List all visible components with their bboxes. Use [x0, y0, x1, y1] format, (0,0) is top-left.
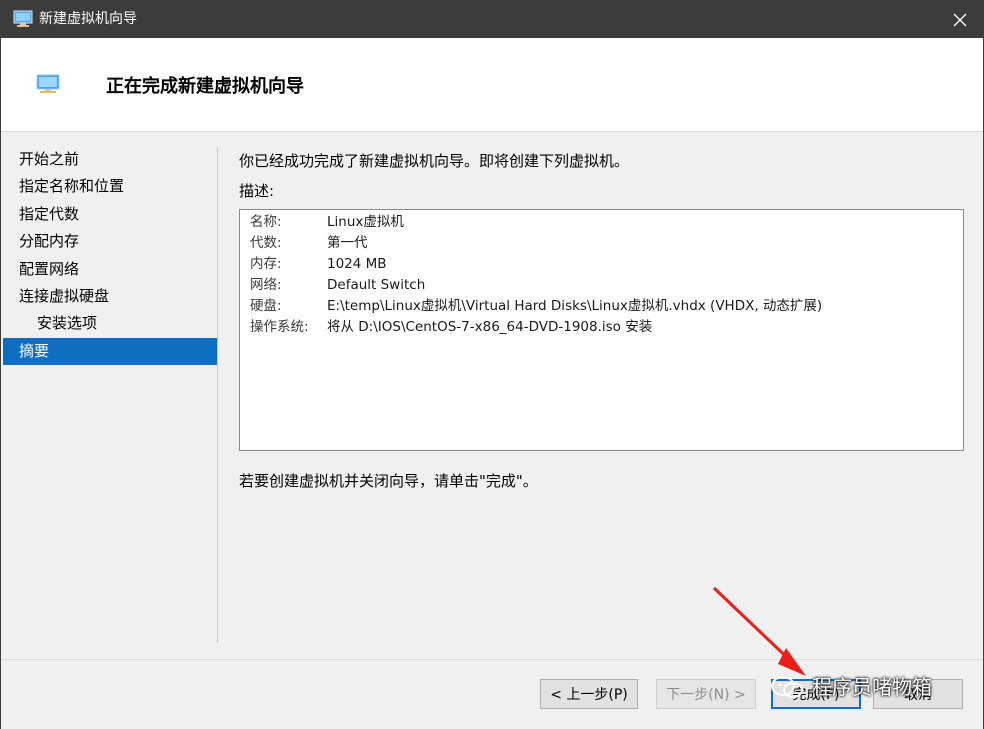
summary-box[interactable]: 名称: Linux虚拟机 代数: 第一代 内存: 1024 MB 网络: Default…: [239, 209, 964, 451]
nav-item-virtual-disk[interactable]: 连接虚拟硬盘: [1, 283, 217, 310]
nav-item-networking[interactable]: 配置网络: [1, 256, 217, 283]
wechat-bubble-icon: [771, 676, 803, 698]
watermark-text: 程序员啫物箱: [812, 675, 932, 699]
nav-item-before-you-begin[interactable]: 开始之前: [1, 146, 217, 173]
summary-row-network: 网络: Default Switch: [250, 277, 426, 293]
intro-text: 你已经成功完成了新建虚拟机向导。即将创建下列虚拟机。: [239, 152, 630, 170]
summary-row-name: 名称: Linux虚拟机: [250, 214, 404, 230]
wizard-header: 正在完成新建虚拟机向导: [1, 38, 983, 132]
summary-row-os: 操作系统: 将从 D:\IOS\CentOS-7-x86_64-DVD-1908.…: [250, 319, 653, 335]
summary-row-memory: 内存: 1024 MB: [250, 256, 387, 272]
previous-button[interactable]: < 上一步(P): [540, 679, 638, 709]
summary-row-generation: 代数: 第一代: [250, 235, 368, 251]
nav-item-generation[interactable]: 指定代数: [1, 201, 217, 228]
nav-item-install-options[interactable]: 安装选项: [1, 310, 217, 337]
wizard-window: 新建虚拟机向导 正在完成新建虚拟机向导 开始之前 指定名称和位置 指定代数 分配…: [0, 0, 984, 729]
close-icon: [953, 13, 967, 26]
description-label: 描述:: [239, 182, 275, 200]
finish-instruction: 若要创建虚拟机并关闭向导，请单击"完成"。: [239, 472, 538, 490]
nav-divider: [217, 147, 218, 643]
wizard-steps-nav: 开始之前 指定名称和位置 指定代数 分配内存 配置网络 连接虚拟硬盘 安装选项 …: [1, 146, 217, 366]
watermark: 程序员啫物箱: [770, 670, 970, 704]
close-button[interactable]: [937, 1, 983, 38]
title-bar[interactable]: 新建虚拟机向导: [1, 1, 983, 38]
page-title: 正在完成新建虚拟机向导: [106, 76, 304, 97]
summary-row-disk: 硬盘: E:\temp\Linux虚拟机\Virtual Hard Disks\L…: [250, 298, 823, 314]
summary-panel: 你已经成功完成了新建虚拟机向导。即将创建下列虚拟机。 描述: 名称: Linux虚…: [239, 151, 965, 490]
nav-item-memory[interactable]: 分配内存: [1, 228, 217, 255]
nav-item-summary[interactable]: 摘要: [3, 337, 217, 366]
nav-item-name-location[interactable]: 指定名称和位置: [1, 173, 217, 200]
wizard-monitor-icon: [36, 74, 60, 93]
window-title: 新建虚拟机向导: [39, 11, 137, 27]
hyper-v-icon: [13, 10, 33, 27]
